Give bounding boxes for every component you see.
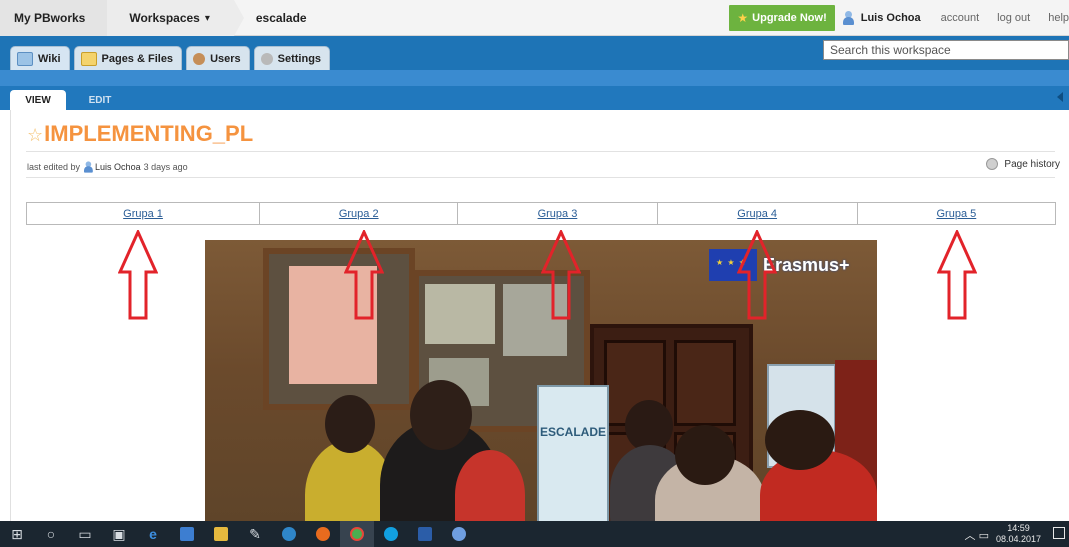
- app-icon[interactable]: [272, 521, 306, 547]
- workspace-name-link[interactable]: escalade: [234, 0, 321, 36]
- door-panel: [674, 340, 736, 426]
- user-icon: [84, 161, 93, 173]
- tab-settings[interactable]: Settings: [253, 46, 331, 71]
- group-cell: Grupa 5: [858, 203, 1055, 224]
- red-arrow-icon: [737, 230, 777, 320]
- tab-pages-files[interactable]: Pages & Files: [73, 46, 183, 71]
- group-cell: Grupa 4: [658, 203, 858, 224]
- workspace-tab-bar: Wiki Pages & Files Users Settings Search…: [0, 36, 1069, 71]
- upgrade-label: Upgrade Now!: [752, 12, 827, 24]
- user-area: ★ Upgrade Now! Luis Ochoa account log out…: [729, 0, 1069, 36]
- upgrade-button[interactable]: ★ Upgrade Now!: [729, 5, 835, 31]
- red-arrow-icon: [344, 230, 384, 320]
- user-name-link[interactable]: Luis Ochoa: [861, 12, 921, 24]
- erasmus-logo: Erasmus+: [709, 248, 867, 282]
- poster: [425, 284, 495, 344]
- clock-time: 14:59: [1007, 523, 1030, 533]
- users-icon: [193, 53, 206, 65]
- firefox-icon[interactable]: [306, 521, 340, 547]
- logout-link[interactable]: log out: [997, 12, 1030, 24]
- group-2-link[interactable]: Grupa 2: [339, 208, 379, 220]
- favorite-star-icon[interactable]: ☆: [27, 125, 43, 145]
- breadcrumb: My PBworks Workspaces ▾ escalade: [0, 0, 321, 36]
- save-icon[interactable]: [170, 521, 204, 547]
- workspaces-menu[interactable]: Workspaces ▾: [107, 0, 244, 36]
- search-input[interactable]: Search this workspace: [823, 40, 1069, 60]
- person-head: [765, 410, 835, 470]
- bulletin-board: [263, 248, 415, 410]
- account-link[interactable]: account: [941, 12, 980, 24]
- chevron-down-icon: ▾: [204, 12, 210, 24]
- red-arrow-icon: [937, 230, 977, 320]
- page-title-text: IMPLEMENTING_PL: [44, 121, 254, 146]
- windows-start-icon[interactable]: ⊞: [0, 521, 34, 547]
- group-cell: Grupa 3: [458, 203, 658, 224]
- notifications-icon[interactable]: [1053, 527, 1065, 539]
- taskbar-icons: ⊞ ○ ▭ ▣ e ✎: [0, 521, 476, 547]
- task-view-icon[interactable]: ▭: [68, 521, 102, 547]
- collapse-sidebar-icon[interactable]: [1057, 92, 1063, 102]
- store-icon[interactable]: ▣: [102, 521, 136, 547]
- group-3-link[interactable]: Grupa 3: [538, 208, 578, 220]
- page-header-strip: [0, 70, 1069, 86]
- last-edited-prefix: last edited by: [27, 162, 81, 172]
- divider: [26, 177, 1055, 178]
- history-icon: [986, 158, 999, 170]
- workspace-name-label: escalade: [255, 11, 307, 25]
- group-cell: Grupa 2: [260, 203, 459, 224]
- help-link[interactable]: help: [1048, 12, 1069, 24]
- user-icon: [842, 11, 854, 25]
- gear-icon: [260, 53, 273, 65]
- word-icon[interactable]: [408, 521, 442, 547]
- pen-icon[interactable]: ✎: [238, 521, 272, 547]
- search-icon[interactable]: ○: [34, 521, 68, 547]
- tab-wiki-label: Wiki: [38, 53, 61, 65]
- page-content: ☆IMPLEMENTING_PL last edited by Luis Och…: [10, 110, 1060, 530]
- edge-icon[interactable]: e: [136, 521, 170, 547]
- star-icon: ★: [737, 11, 749, 25]
- file-explorer-icon[interactable]: [204, 521, 238, 547]
- red-arrow-icon: [118, 230, 158, 320]
- last-edited-info: last edited by Luis Ochoa 3 days ago: [27, 160, 188, 174]
- wiki-icon: [17, 52, 33, 66]
- my-pbworks-label: My PBworks: [14, 11, 86, 25]
- page-history-label: Page history: [1004, 158, 1060, 170]
- clock-date: 08.04.2017: [995, 534, 1041, 544]
- top-navigation: My PBworks Workspaces ▾ escalade ★ Upgrade…: [0, 0, 1069, 36]
- tab-view[interactable]: VIEW: [10, 90, 66, 110]
- skype-icon[interactable]: [374, 521, 408, 547]
- tab-users-label: Users: [210, 53, 241, 65]
- tab-wiki[interactable]: Wiki: [10, 46, 70, 71]
- tab-edit[interactable]: EDIT: [78, 90, 122, 110]
- clock[interactable]: 14:59 08.04.2017: [996, 523, 1041, 545]
- tab-settings-label: Settings: [277, 53, 322, 65]
- page-title: ☆IMPLEMENTING_PL: [27, 121, 253, 147]
- tab-users[interactable]: Users: [186, 46, 250, 71]
- groups-table: Grupa 1 Grupa 2 Grupa 3 Grupa 4 Grupa 5: [26, 202, 1056, 225]
- workspace-tabs: Wiki Pages & Files Users Settings: [10, 46, 334, 71]
- my-pbworks-link[interactable]: My PBworks: [0, 0, 118, 36]
- system-tray[interactable]: ︿ ▭: [965, 527, 989, 543]
- folder-icon: [80, 52, 97, 66]
- windows-taskbar: ⊞ ○ ▭ ▣ e ✎ ︿ ▭ 14:59 08.04.2017: [0, 521, 1069, 547]
- divider: [26, 151, 1055, 152]
- page-history-link[interactable]: Page history: [986, 158, 1060, 170]
- last-edited-time: 3 days ago: [143, 162, 188, 172]
- chrome-icon[interactable]: [340, 521, 374, 547]
- person: [455, 450, 525, 530]
- tab-pages-label: Pages & Files: [101, 53, 174, 65]
- media-icon[interactable]: [442, 521, 476, 547]
- person-head: [410, 380, 472, 450]
- group-5-link[interactable]: Grupa 5: [937, 208, 977, 220]
- editor-name-link[interactable]: Luis Ochoa: [95, 162, 141, 172]
- person-head: [675, 425, 735, 485]
- group-cell: Grupa 1: [27, 203, 261, 224]
- group-1-link[interactable]: Grupa 1: [123, 208, 163, 220]
- red-arrow-icon: [541, 230, 581, 320]
- poster-text: ESCALADE: [539, 425, 606, 439]
- person-head: [325, 395, 375, 453]
- group-4-link[interactable]: Grupa 4: [737, 208, 777, 220]
- escalade-poster: ESCALADE: [537, 385, 609, 530]
- workspaces-label: Workspaces: [129, 11, 200, 25]
